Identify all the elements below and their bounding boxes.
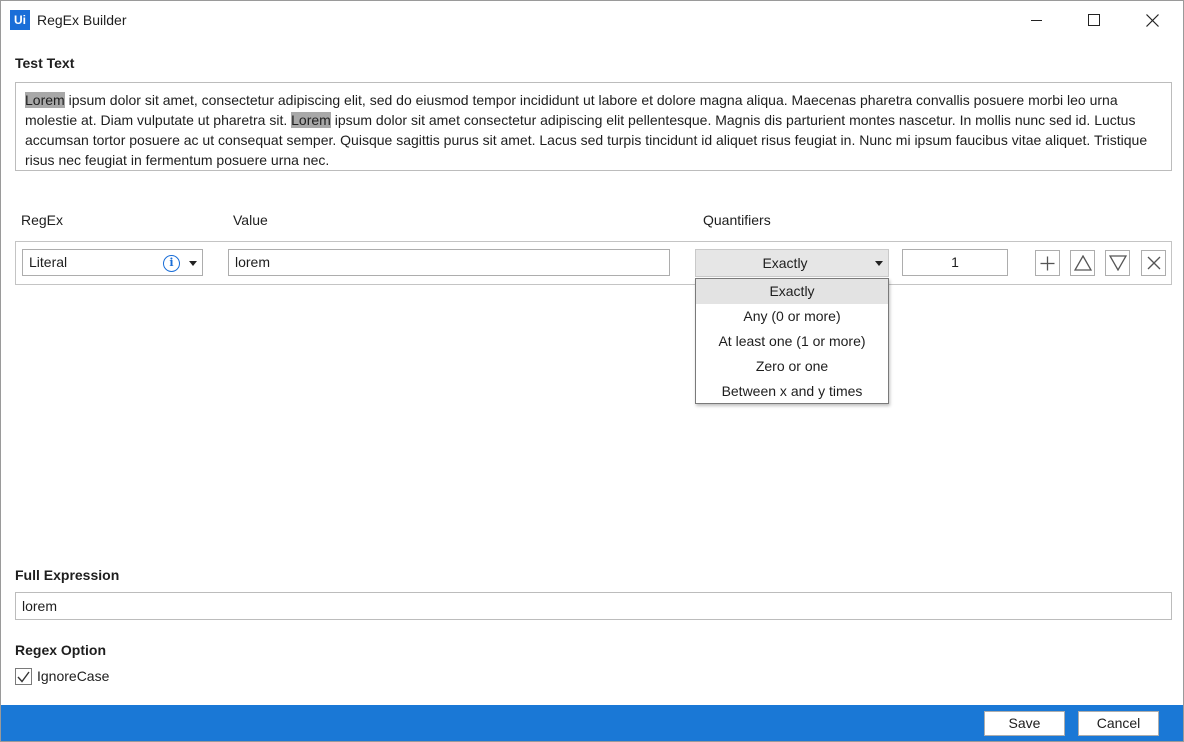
save-button[interactable]: Save — [984, 711, 1065, 736]
app-logo: Ui — [10, 10, 30, 30]
full-expression-label: Full Expression — [15, 567, 120, 583]
minimize-button[interactable] — [1007, 1, 1065, 39]
regex-column-header: RegEx — [21, 212, 64, 228]
checkmark-icon — [17, 671, 30, 683]
add-rule-button[interactable] — [1035, 250, 1060, 276]
dropdown-option-at-least-one[interactable]: At least one (1 or more) — [696, 329, 888, 354]
plus-icon — [1040, 256, 1055, 270]
match-highlight: Lorem — [291, 112, 331, 128]
chevron-down-icon — [875, 261, 883, 266]
triangle-down-icon — [1108, 255, 1127, 271]
ignore-case-checkbox[interactable] — [15, 668, 32, 685]
test-text-label: Test Text — [15, 55, 75, 71]
close-icon — [1145, 13, 1159, 27]
full-expression-value: lorem — [22, 598, 58, 614]
dropdown-option-exactly[interactable]: Exactly — [696, 279, 888, 304]
title-bar: Ui RegEx Builder — [1, 1, 1183, 39]
quantifier-select[interactable]: Exactly — [695, 249, 889, 277]
move-up-button[interactable] — [1070, 250, 1095, 276]
info-icon[interactable]: i — [163, 255, 180, 272]
ignore-case-label[interactable]: IgnoreCase — [37, 668, 109, 685]
value-input[interactable]: lorem — [228, 249, 670, 276]
value-column-header: Value — [233, 212, 268, 228]
match-highlight: Lorem — [25, 92, 65, 108]
maximize-button[interactable] — [1065, 1, 1123, 39]
regex-type-value: Literal — [29, 254, 68, 270]
minimize-icon — [1030, 19, 1042, 21]
cancel-button[interactable]: Cancel — [1078, 711, 1159, 736]
regex-builder-window: Ui RegEx Builder Test Text Lorem ipsum d… — [0, 0, 1184, 742]
dropdown-option-zero-or-one[interactable]: Zero or one — [696, 354, 888, 379]
full-expression-field[interactable]: lorem — [15, 592, 1172, 620]
quantifier-count-input[interactable]: 1 — [902, 249, 1008, 276]
value-input-text: lorem — [235, 254, 271, 270]
quantifier-count-value: 1 — [951, 254, 959, 270]
close-icon — [1147, 256, 1160, 270]
triangle-up-icon — [1073, 255, 1092, 271]
delete-rule-button[interactable] — [1141, 250, 1166, 276]
window-title: RegEx Builder — [37, 12, 127, 28]
footer-bar: Save Cancel — [1, 705, 1183, 741]
chevron-down-icon — [189, 261, 197, 266]
regex-option-label: Regex Option — [15, 642, 107, 658]
move-down-button[interactable] — [1105, 250, 1130, 276]
dropdown-option-any[interactable]: Any (0 or more) — [696, 304, 888, 329]
dropdown-option-between[interactable]: Between x and y times — [696, 379, 888, 404]
quantifiers-column-header: Quantifiers — [703, 212, 771, 228]
test-text-area[interactable]: Lorem ipsum dolor sit amet, consectetur … — [15, 82, 1172, 171]
close-button[interactable] — [1123, 1, 1181, 39]
maximize-icon — [1088, 14, 1100, 26]
quantifier-dropdown: Exactly Any (0 or more) At least one (1 … — [695, 278, 889, 404]
quantifier-value: Exactly — [762, 255, 808, 271]
